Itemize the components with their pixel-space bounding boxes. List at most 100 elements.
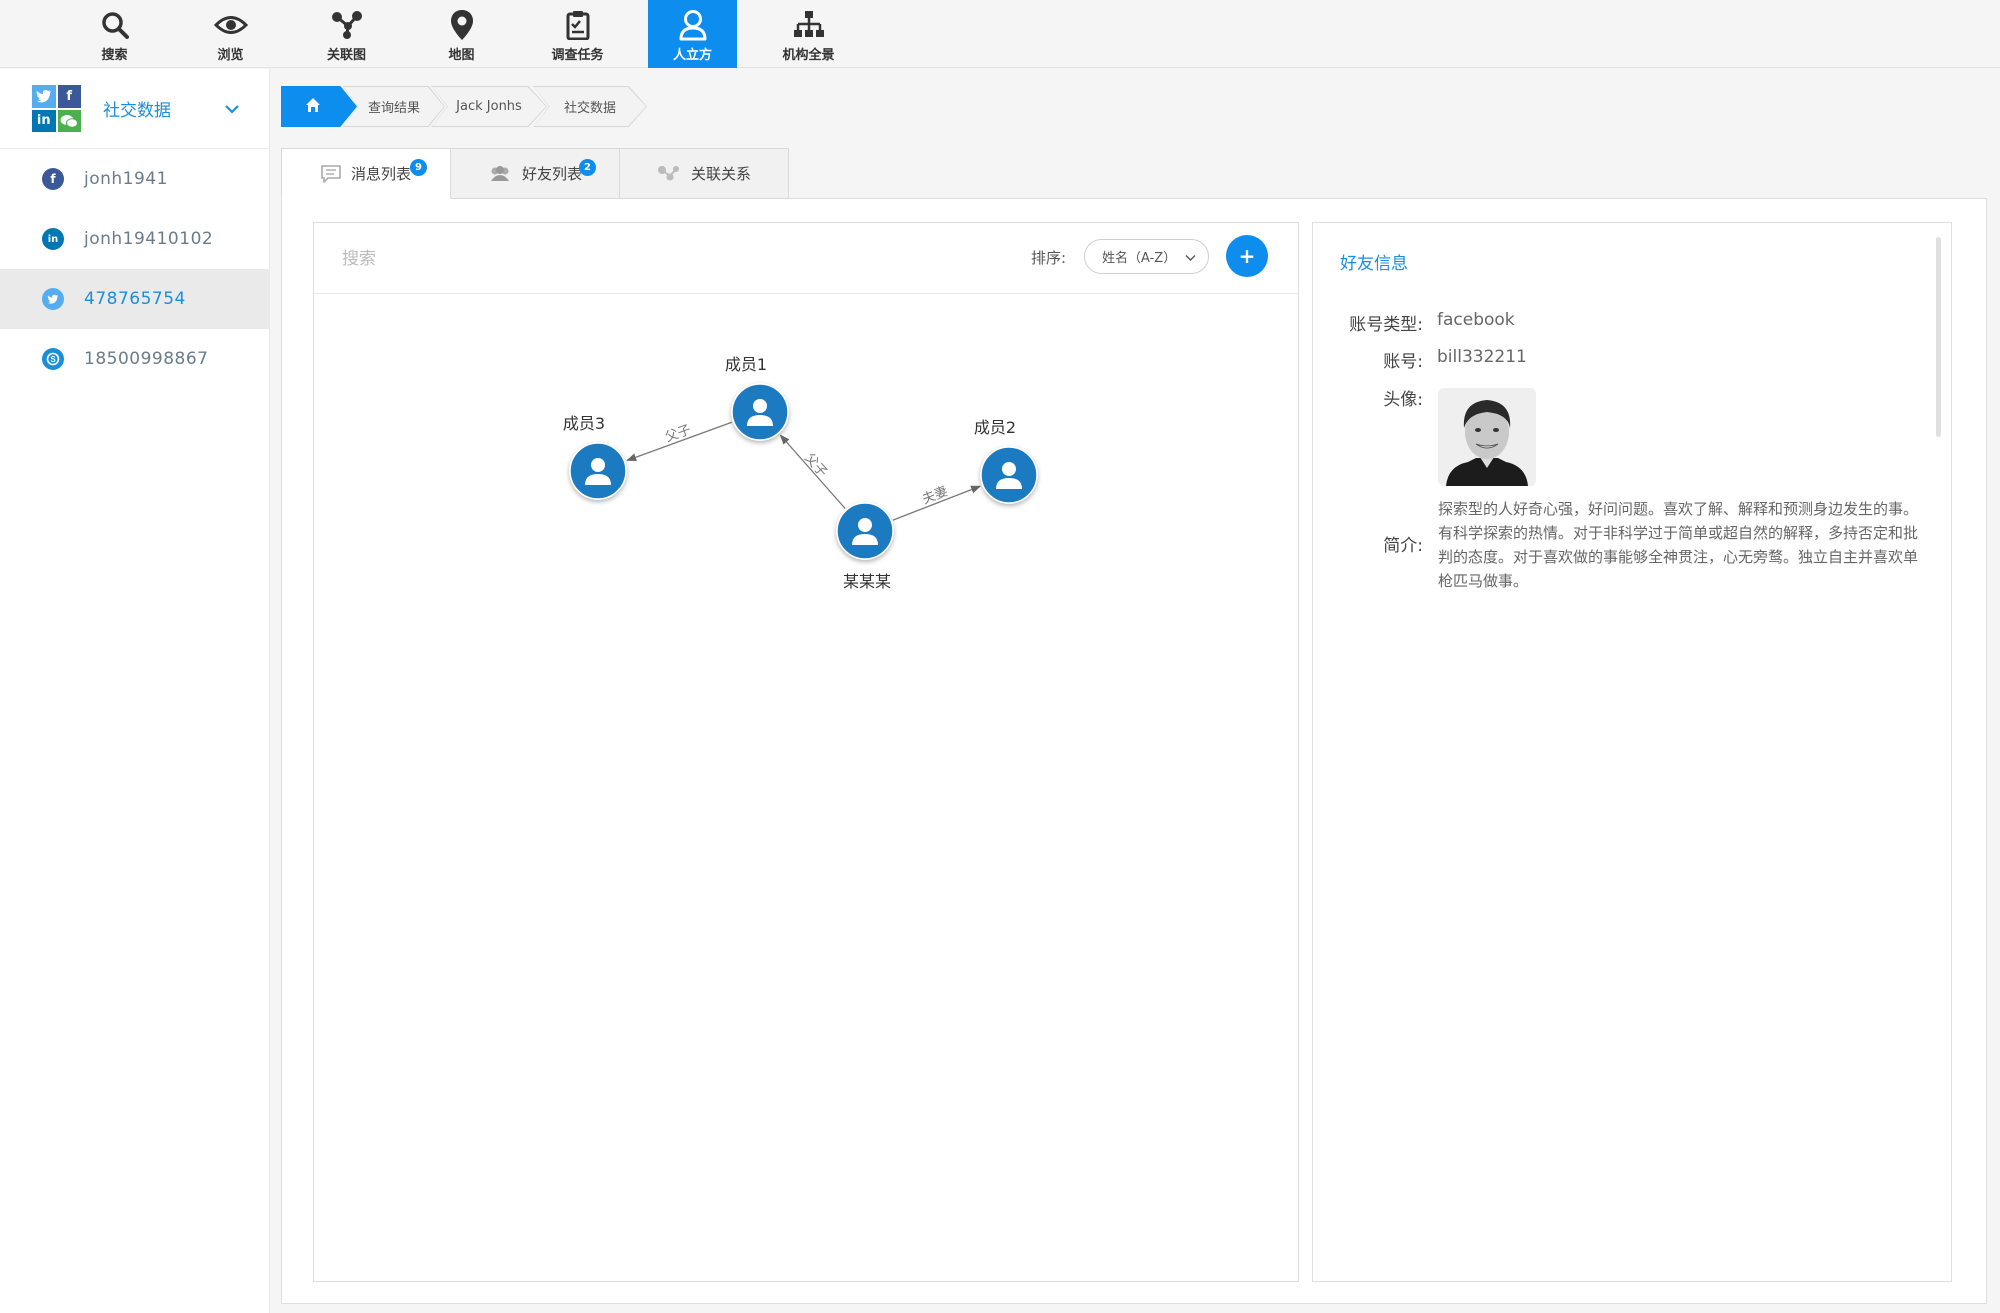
info-label: 简介: xyxy=(1383,536,1423,556)
info-account-row: 账号: bill332211 xyxy=(1313,347,1527,372)
search-icon xyxy=(98,8,132,42)
nav-map[interactable]: 地图 xyxy=(417,0,506,68)
home-icon xyxy=(305,97,321,117)
sidebar: f in 社交数据 f jonh1941 in jonh19410102 478… xyxy=(0,69,270,1313)
sidebar-item-label: 478765754 xyxy=(84,289,186,309)
sidebar-item-label: jonh1941 xyxy=(84,169,168,189)
sidebar-title: 社交数据 xyxy=(103,101,171,121)
info-bio-row: 简介: xyxy=(1313,531,1423,556)
sidebar-item-twitter[interactable]: 478765754 xyxy=(0,269,269,329)
node-label: 成员3 xyxy=(563,414,605,433)
svg-text:S: S xyxy=(50,355,56,364)
nav-person-cube[interactable]: 人立方 xyxy=(648,0,737,68)
org-chart-icon xyxy=(792,8,826,42)
nav-person-cube-label: 人立方 xyxy=(672,48,712,63)
nav-graph[interactable]: 关联图 xyxy=(302,0,391,68)
person-icon xyxy=(753,399,767,413)
info-value: facebook xyxy=(1437,310,1515,330)
tab-bar: 消息列表 9 好友列表 2 关联关系 xyxy=(281,148,789,199)
info-label: 账号类型: xyxy=(1349,315,1423,335)
tab-friends[interactable]: 好友列表 2 xyxy=(450,148,620,199)
info-label: 头像: xyxy=(1383,390,1423,410)
info-value: bill332211 xyxy=(1437,347,1527,367)
clipboard-icon xyxy=(561,8,595,42)
breadcrumb-home[interactable] xyxy=(281,86,357,127)
map-pin-icon xyxy=(445,8,479,42)
sidebar-item-facebook[interactable]: f jonh1941 xyxy=(0,149,269,209)
facebook-icon: f xyxy=(42,168,64,190)
tab-label: 好友列表 xyxy=(521,165,582,183)
graph-node[interactable]: 成员3 xyxy=(563,414,627,500)
sidebar-item-skype[interactable]: S 18500998867 xyxy=(0,329,269,389)
friend-info-panel: 好友信息 账号类型: facebook 账号: bill332211 头像: 简… xyxy=(1312,222,1952,1282)
info-avatar-row: 头像: xyxy=(1313,385,1423,410)
graph-toolbar: 排序: 姓名（A-Z） + xyxy=(314,223,1298,294)
nav-org-label: 机构全景 xyxy=(782,48,835,63)
relation-icon xyxy=(657,165,681,183)
breadcrumb-item[interactable]: 社交数据 xyxy=(534,87,646,126)
sort-select[interactable]: 姓名（A-Z） xyxy=(1084,239,1209,274)
info-label: 账号: xyxy=(1383,352,1423,372)
breadcrumb-item[interactable]: Jack Jonhs xyxy=(432,87,546,126)
top-nav: 搜索 浏览 关联图 地图 调查任务 人立方 机构全景 xyxy=(0,0,2000,68)
message-icon xyxy=(321,164,341,183)
breadcrumb-item-wrap: 社交数据 xyxy=(533,86,647,127)
tab-label: 关联关系 xyxy=(690,165,751,183)
nav-search[interactable]: 搜索 xyxy=(70,0,159,68)
twitter-icon xyxy=(32,85,56,108)
nav-org[interactable]: 机构全景 xyxy=(764,0,853,68)
info-title: 好友信息 xyxy=(1340,254,1408,274)
nav-task[interactable]: 调查任务 xyxy=(533,0,622,68)
nav-search-label: 搜索 xyxy=(101,48,128,63)
relation-graph: 父子父子夫妻 某某某成员1成员2成员3 xyxy=(563,355,1038,591)
breadcrumb-item-wrap: Jack Jonhs xyxy=(431,86,547,127)
node-label: 成员2 xyxy=(974,418,1016,437)
nav-map-label: 地图 xyxy=(448,48,475,63)
graph-node[interactable]: 成员1 xyxy=(725,355,789,441)
graph-node[interactable]: 某某某 xyxy=(836,502,894,591)
facebook-icon: f xyxy=(57,85,81,108)
tab-label: 消息列表 xyxy=(350,165,411,183)
sort-value: 姓名（A-Z） xyxy=(1102,251,1177,266)
nav-graph-label: 关联图 xyxy=(326,48,366,63)
nav-task-label: 调查任务 xyxy=(551,48,604,63)
scrollbar[interactable] xyxy=(1936,237,1941,437)
tab-messages[interactable]: 消息列表 9 xyxy=(281,148,451,199)
breadcrumb: 查询结果 Jack Jonhs 社交数据 xyxy=(281,86,647,127)
person-icon xyxy=(1002,462,1016,476)
breadcrumb-item[interactable]: 查询结果 xyxy=(344,87,444,126)
chevron-down-icon[interactable] xyxy=(225,99,239,118)
bio-text: 探索型的人好奇心强，好问问题。喜欢了解、解释和预测身边发生的事。有科学探索的热情… xyxy=(1438,500,1919,590)
chevron-down-icon xyxy=(1185,251,1196,266)
tab-badge: 2 xyxy=(579,159,596,176)
person-icon xyxy=(676,8,710,42)
graph-panel: 排序: 姓名（A-Z） + 父子父子夫妻 某某某成员1成员2成员3 xyxy=(313,222,1299,1282)
linkedin-icon: in xyxy=(42,228,64,250)
nav-browse[interactable]: 浏览 xyxy=(186,0,275,68)
avatar xyxy=(1438,388,1536,486)
node-label: 某某某 xyxy=(843,572,891,591)
search-input[interactable] xyxy=(342,245,742,273)
wechat-icon xyxy=(57,109,81,132)
person-icon xyxy=(591,458,605,472)
info-account-type-row: 账号类型: facebook xyxy=(1313,310,1515,335)
sidebar-item-label: jonh19410102 xyxy=(84,229,214,249)
social-logo: f in xyxy=(32,85,81,132)
sidebar-header[interactable]: f in 社交数据 xyxy=(0,69,269,149)
edge-label: 父子 xyxy=(801,451,829,480)
tab-badge: 9 xyxy=(410,159,427,176)
nav-browse-label: 浏览 xyxy=(217,48,244,63)
twitter-icon xyxy=(42,288,64,310)
friends-icon xyxy=(488,165,512,183)
sidebar-item-linkedin[interactable]: in jonh19410102 xyxy=(0,209,269,269)
add-button[interactable]: + xyxy=(1226,235,1268,277)
graph-icon xyxy=(330,8,364,42)
person-icon xyxy=(858,518,872,532)
graph-node[interactable]: 成员2 xyxy=(974,418,1038,504)
tab-relations[interactable]: 关联关系 xyxy=(619,148,789,199)
breadcrumb-item-wrap: 查询结果 xyxy=(343,86,445,127)
sidebar-item-label: 18500998867 xyxy=(84,349,209,369)
skype-icon: S xyxy=(42,348,64,370)
node-label: 成员1 xyxy=(725,355,767,374)
eye-icon xyxy=(213,8,248,42)
